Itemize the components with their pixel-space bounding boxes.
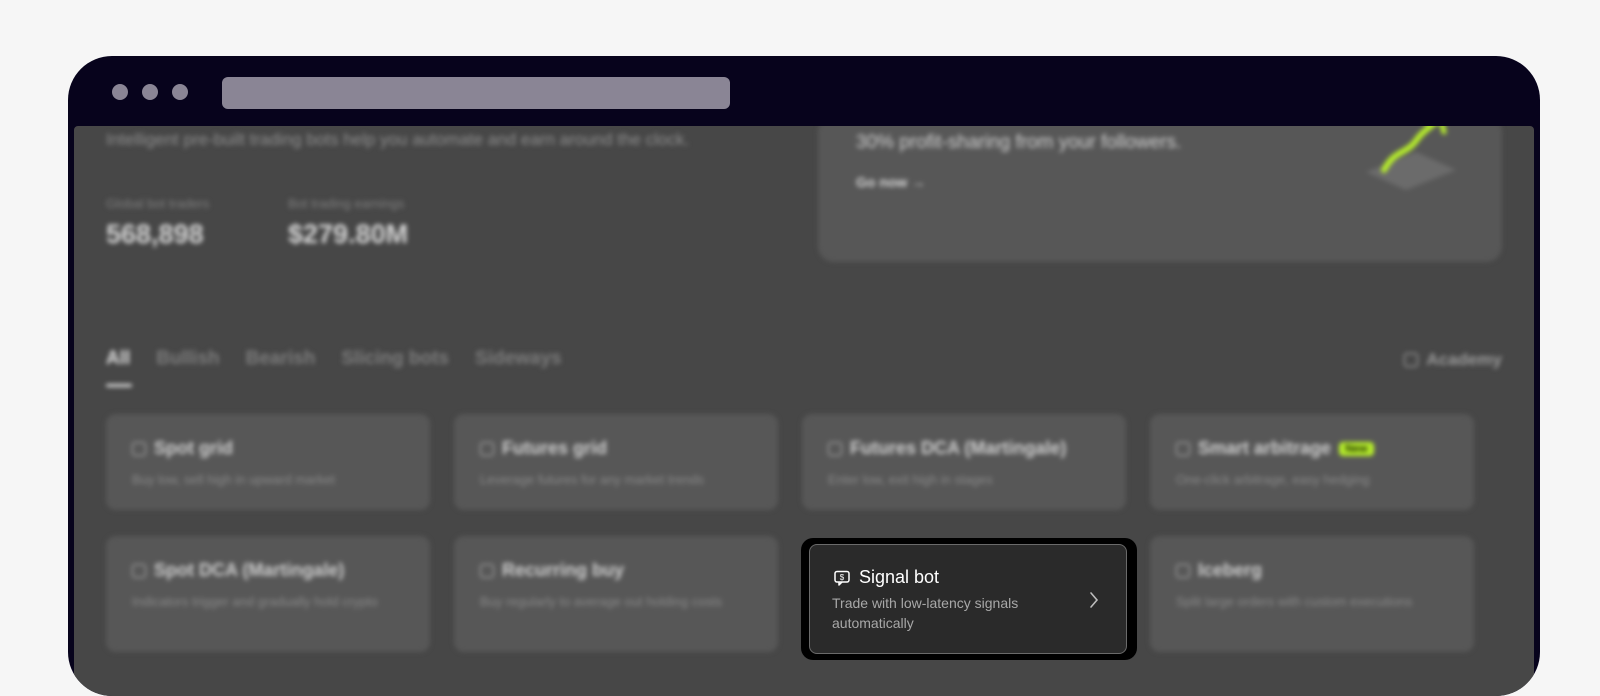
academy-label: Academy <box>1426 350 1502 369</box>
tab-bearish[interactable]: Bearish <box>246 348 316 370</box>
bot-card-spot-dca[interactable]: Spot DCA (Martingale) Indicators trigger… <box>106 536 430 652</box>
academy-link[interactable]: Academy <box>1404 350 1502 370</box>
bot-card-desc: Split large orders with custom execution… <box>1176 594 1413 609</box>
promo-text: 30% profit-sharing from your followers. <box>856 132 1182 153</box>
bot-card-title: Futures grid <box>502 438 608 458</box>
calendar-icon <box>480 563 494 578</box>
futures-grid-icon <box>480 441 494 456</box>
browser-window: Intelligent pre-built trading bots help … <box>68 56 1540 696</box>
grid-icon <box>132 441 146 456</box>
bot-card-title: Iceberg <box>1198 560 1263 580</box>
outer-card: Intelligent pre-built trading bots help … <box>0 0 1600 696</box>
chart-illustration-icon <box>1366 126 1456 190</box>
bot-card-recurring-buy[interactable]: Recurring buy Buy regularly to average o… <box>454 536 778 652</box>
book-icon <box>1404 353 1419 367</box>
bot-card-futures-dca[interactable]: Futures DCA (Martingale) Enter low, exit… <box>802 414 1126 510</box>
tab-bullish[interactable]: Bullish <box>156 348 219 370</box>
bot-card-title: Spot DCA (Martingale) <box>154 560 345 580</box>
bot-card-iceberg[interactable]: Iceberg Split large orders with custom e… <box>1150 536 1474 652</box>
arrow-right-icon: → <box>911 174 926 190</box>
hero-subtitle: Intelligent pre-built trading bots help … <box>106 130 690 149</box>
stat-value: 568,898 <box>106 219 204 249</box>
iceberg-icon <box>1176 563 1190 578</box>
window-dot[interactable] <box>142 84 158 100</box>
address-bar[interactable] <box>222 77 730 109</box>
stat-value: $279.80M <box>288 219 409 249</box>
bot-card-desc: Leverage futures for any market trends <box>480 472 705 487</box>
signal-icon: $ <box>834 570 850 586</box>
bot-card-desc: Trade with low-latency signals automatic… <box>832 595 1019 631</box>
bot-card-signal-bot[interactable]: $ Signal bot Trade with low-latency sign… <box>809 544 1127 654</box>
stat-label: Global bot traders <box>106 196 210 211</box>
bot-card-futures-grid[interactable]: Futures grid Leverage futures for any ma… <box>454 414 778 510</box>
svg-text:$: $ <box>840 573 845 582</box>
category-tabs: All Bullish Bearish Slicing bots Sideway… <box>106 348 562 387</box>
window-controls <box>112 84 188 100</box>
dca-icon <box>132 563 146 578</box>
bot-card-title: Futures DCA (Martingale) <box>850 438 1067 458</box>
promo-cta-label: Go now <box>856 174 908 190</box>
stat-bot-traders: Global bot traders 568,898 <box>106 196 209 250</box>
new-badge: New <box>1339 441 1374 456</box>
martingale-icon <box>828 441 842 456</box>
tab-slicing-bots[interactable]: Slicing bots <box>341 348 449 370</box>
bot-card-title: Spot grid <box>154 438 233 458</box>
bot-card-desc: Enter low, exit high in stages <box>828 472 993 487</box>
stat-bot-earnings: Bot trading earnings $279.80M <box>288 196 408 250</box>
bot-card-spot-grid[interactable]: Spot grid Buy low, sell high in upward m… <box>106 414 430 510</box>
bot-card-smart-arbitrage[interactable]: Smart arbitrage New One-click arbitrage, … <box>1150 414 1474 510</box>
bot-card-desc: Indicators trigger and gradually hold cr… <box>132 594 378 609</box>
stat-label: Bot trading earnings <box>288 196 405 211</box>
tab-all[interactable]: All <box>106 348 133 387</box>
bot-card-desc: Buy low, sell high in upward market <box>132 472 336 487</box>
bot-card-title: Signal bot <box>859 567 940 587</box>
page-viewport: Intelligent pre-built trading bots help … <box>74 126 1534 696</box>
bot-card-signal-bot-highlight[interactable]: $ Signal bot Trade with low-latency sign… <box>801 538 1137 660</box>
bot-card-title: Recurring buy <box>502 560 625 580</box>
tab-sideways[interactable]: Sideways <box>475 348 562 370</box>
bot-card-desc: One-click arbitrage, easy hedging <box>1176 472 1370 487</box>
window-dot[interactable] <box>172 84 188 100</box>
bot-card-desc: Buy regularly to average out holding cos… <box>480 594 723 609</box>
promo-cta[interactable]: Go now → <box>856 174 925 190</box>
arbitrage-icon <box>1176 441 1190 456</box>
chevron-right-icon[interactable] <box>1088 591 1100 609</box>
window-dot[interactable] <box>112 84 128 100</box>
promo-banner[interactable]: 30% profit-sharing from your followers. … <box>818 126 1502 262</box>
bot-card-title: Smart arbitrage <box>1198 438 1332 458</box>
